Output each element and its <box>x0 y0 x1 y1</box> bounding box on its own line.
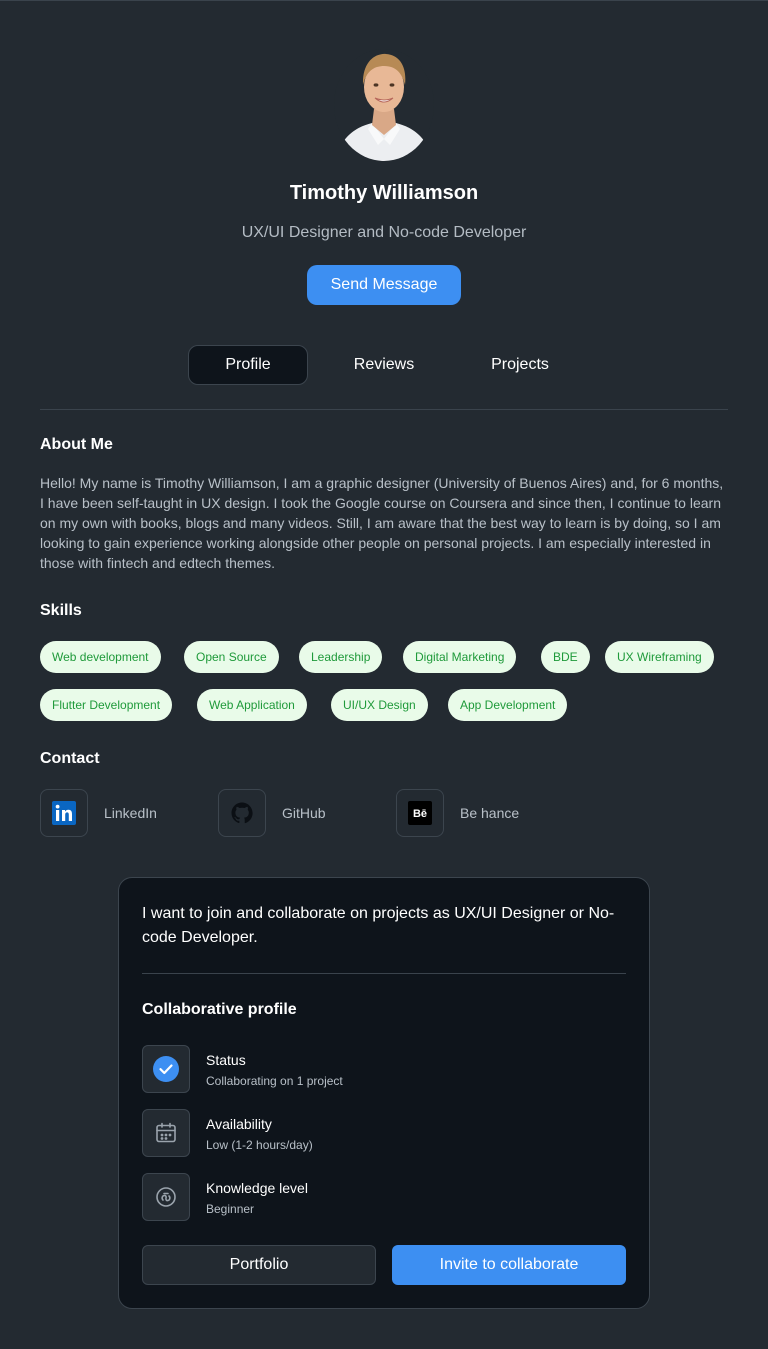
skill-chip: Flutter Development <box>40 689 173 721</box>
avatar <box>334 49 434 161</box>
skills-title: Skills <box>40 602 82 619</box>
tab-profile[interactable]: Profile <box>188 345 308 385</box>
linkedin-icon <box>40 789 88 837</box>
knowledge-row: Knowledge level Beginner <box>142 1173 308 1221</box>
skill-chip: Web Application <box>197 689 307 721</box>
collaboration-intro: I want to join and collaborate on projec… <box>142 905 615 946</box>
profile-name: Timothy Williamson <box>289 182 479 204</box>
skill-chip: UX Wireframing <box>605 641 714 673</box>
skill-chip: Open Source <box>184 641 279 673</box>
status-value: Collaborating on 1 project <box>206 1073 343 1088</box>
calendar-icon <box>142 1109 190 1157</box>
contact-label: LinkedIn <box>104 805 157 821</box>
status-row: Status Collaborating on 1 project <box>142 1045 343 1093</box>
skill-chip: UI/UX Design <box>331 689 428 721</box>
collaboration-card: I want to join and collaborate on projec… <box>118 877 650 1309</box>
github-icon <box>218 789 266 837</box>
behance-icon: Bē <box>396 789 444 837</box>
skill-chip: Digital Marketing <box>403 641 517 673</box>
profile-role: UX/UI Designer and No-code Developer <box>241 224 527 241</box>
send-message-button[interactable]: Send Message <box>307 265 461 305</box>
status-label: Status <box>206 1051 246 1068</box>
profile-page: Timothy Williamson UX/UI Designer and No… <box>0 0 768 1349</box>
knowledge-value: Beginner <box>206 1201 255 1216</box>
collaborative-profile-title: Collaborative profile <box>142 1001 297 1018</box>
skill-chip: BDE <box>541 641 590 673</box>
card-divider <box>142 973 626 974</box>
check-circle-icon <box>142 1045 190 1093</box>
tab-projects[interactable]: Projects <box>460 345 580 385</box>
contact-linkedin[interactable]: LinkedIn <box>40 789 157 837</box>
contact-github[interactable]: GitHub <box>218 789 326 837</box>
tabs-divider <box>40 409 728 410</box>
knowledge-label: Knowledge level <box>206 1179 308 1196</box>
tab-reviews[interactable]: Reviews <box>324 345 444 385</box>
portfolio-button[interactable]: Portfolio <box>142 1245 376 1285</box>
skill-chip: Leadership <box>299 641 383 673</box>
svg-text:Bē: Bē <box>413 808 427 820</box>
availability-label: Availability <box>206 1115 272 1132</box>
availability-value: Low (1-2 hours/day) <box>206 1137 313 1152</box>
contact-label: Be hance <box>460 805 520 821</box>
availability-row: Availability Low (1-2 hours/day) <box>142 1109 313 1157</box>
contact-title: Contact <box>40 750 100 767</box>
contact-label: GitHub <box>282 805 326 821</box>
skill-chip: Web development <box>40 641 161 673</box>
knowledge-icon <box>142 1173 190 1221</box>
about-title: About Me <box>40 436 113 453</box>
contact-behance[interactable]: Bē Be hance <box>396 789 519 837</box>
skill-chip: App Development <box>448 689 568 721</box>
invite-to-collaborate-button[interactable]: Invite to collaborate <box>392 1245 626 1285</box>
about-text: Hello! My name is Timothy Williamson, I … <box>40 475 724 571</box>
